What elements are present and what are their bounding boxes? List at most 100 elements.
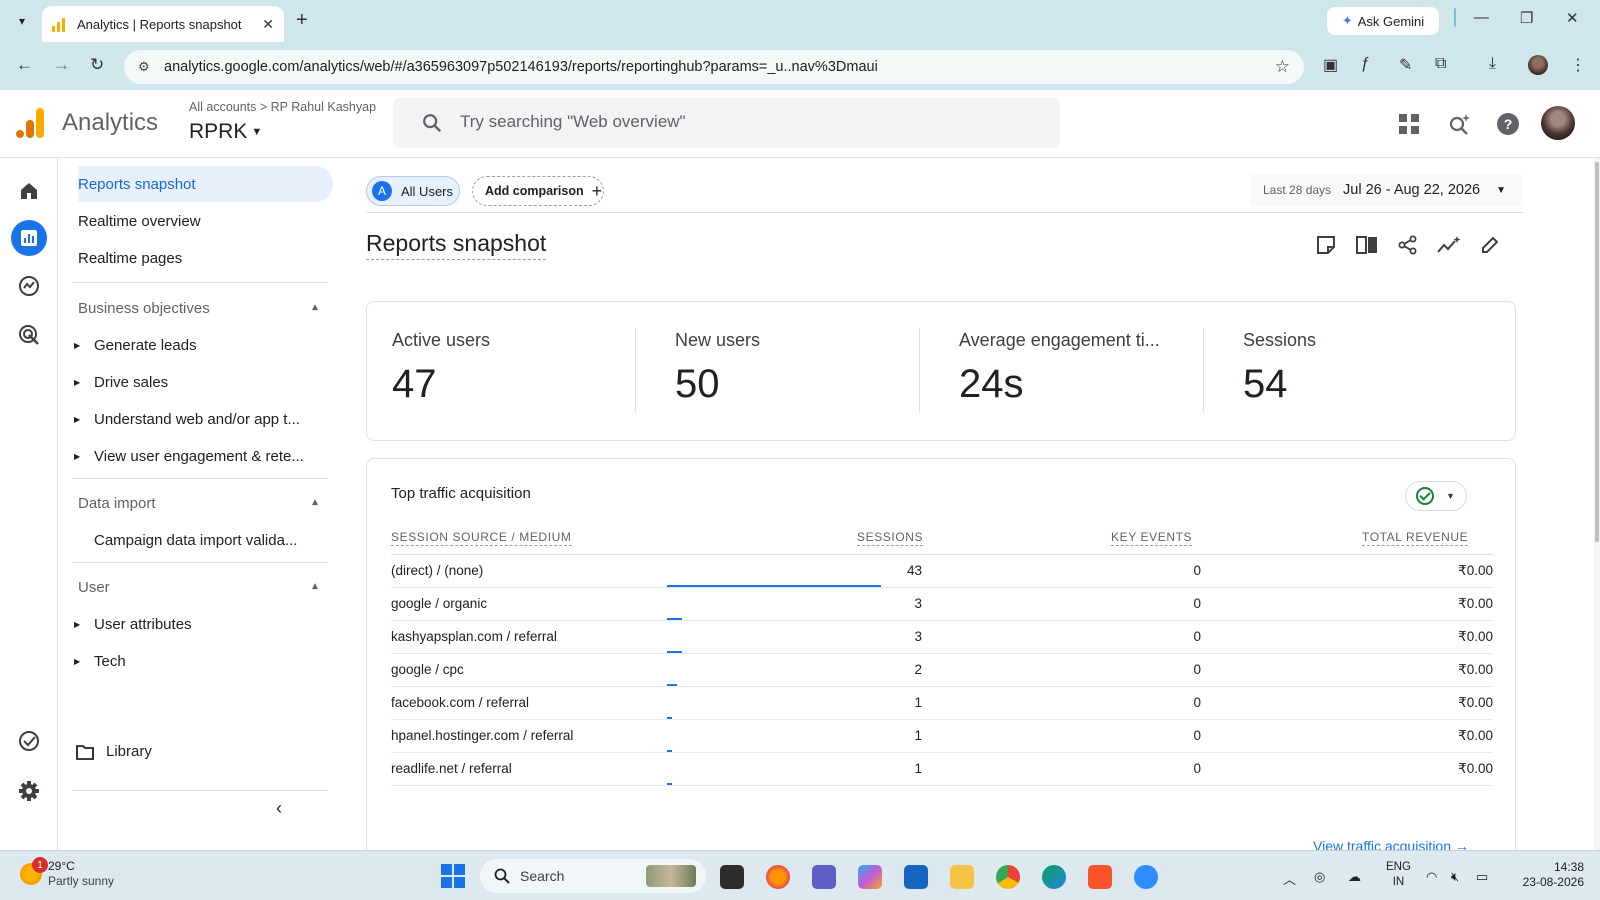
new-tab-icon[interactable]: +	[296, 9, 308, 32]
chrome-icon[interactable]	[996, 865, 1020, 889]
taskbar-search[interactable]: Search	[480, 859, 706, 893]
windows-start-icon[interactable]	[441, 864, 465, 888]
analytics-favicon-icon	[52, 16, 68, 32]
sidebar-item-reports-snapshot[interactable]: Reports snapshot	[78, 166, 333, 202]
apps-grid-icon[interactable]	[1395, 110, 1423, 138]
tray-app-icon[interactable]: ◎	[1314, 869, 1325, 885]
brave-icon[interactable]	[1088, 865, 1112, 889]
more-menu-icon[interactable]: ⋮	[1570, 55, 1586, 75]
teams-icon[interactable]	[812, 865, 836, 889]
column-header-sessions[interactable]: SESSIONS	[857, 530, 924, 546]
scrollbar-thumb[interactable]	[1595, 162, 1599, 542]
user-avatar[interactable]	[1541, 106, 1575, 140]
section-user[interactable]: User ▾	[78, 569, 318, 605]
sidebar-item-tech[interactable]: ▶ Tech	[74, 643, 126, 679]
kpi-avg-engagement[interactable]: Average engagement ti... 24s	[934, 302, 1218, 442]
restore-icon[interactable]: ❐	[1520, 9, 1533, 27]
table-row[interactable]: (direct) / (none) 43 0 ₹0.00	[391, 555, 1493, 588]
zoom-icon[interactable]	[1134, 865, 1158, 889]
font-extension-icon[interactable]: ƒ	[1361, 55, 1370, 73]
table-row[interactable]: readlife.net / referral 1 0 ₹0.00	[391, 753, 1493, 786]
sidebar-item-user-engagement[interactable]: ▶ View user engagement & rete...	[74, 438, 304, 474]
home-icon[interactable]	[14, 176, 44, 206]
sidebar-item-realtime-pages[interactable]: Realtime pages	[78, 240, 182, 276]
downloads-icon[interactable]: ⤓	[1489, 55, 1496, 73]
search-input[interactable]: Try searching "Web overview"	[393, 98, 1060, 148]
address-bar[interactable]: ⚙ analytics.google.com/analytics/web/#/a…	[124, 50, 1304, 84]
advertising-icon[interactable]	[14, 320, 44, 350]
edge-icon[interactable]	[1042, 865, 1066, 889]
sidebar-item-understand-web[interactable]: ▶ Understand web and/or app t...	[74, 401, 300, 437]
library-link[interactable]: Library	[76, 743, 152, 760]
table-row[interactable]: google / cpc 2 0 ₹0.00	[391, 654, 1493, 687]
sidebar-item-user-attributes[interactable]: ▶ User attributes	[74, 606, 192, 642]
cloud-off-icon[interactable]: ☁	[1348, 869, 1361, 885]
column-header-revenue[interactable]: TOTAL REVENUE	[1362, 530, 1469, 546]
kpi-new-users[interactable]: New users 50	[650, 302, 934, 442]
task-view-icon[interactable]	[720, 865, 744, 889]
eyedropper-icon[interactable]: ✎	[1399, 55, 1412, 75]
minimize-icon[interactable]: —	[1474, 9, 1489, 26]
puzzle-extensions-icon[interactable]: ⧉	[1435, 55, 1446, 73]
volume-muted-icon[interactable]: 🔇︎	[1451, 869, 1459, 885]
reload-icon[interactable]: ↻	[90, 55, 104, 75]
view-traffic-acquisition-link[interactable]: View traffic acquisition →	[1313, 838, 1469, 850]
page-scrollbar[interactable]	[1594, 158, 1600, 850]
segment-chip-all-users[interactable]: A All Users	[366, 176, 460, 206]
sidebar-item-realtime-overview[interactable]: Realtime overview	[78, 203, 201, 239]
window-close-icon[interactable]: ✕	[1566, 9, 1579, 27]
column-header-key-events[interactable]: KEY EVENTS	[1111, 530, 1193, 546]
table-row[interactable]: google / organic 3 0 ₹0.00	[391, 588, 1493, 621]
bookmark-star-icon[interactable]: ☆	[1275, 57, 1290, 77]
table-row[interactable]: facebook.com / referral 1 0 ₹0.00	[391, 687, 1493, 720]
table-row[interactable]: kashyapsplan.com / referral 3 0 ₹0.00	[391, 621, 1493, 654]
date-range-picker[interactable]: Last 28 days Jul 26 - Aug 22, 2026 ▼	[1251, 174, 1523, 206]
reports-icon[interactable]	[11, 220, 47, 256]
ask-gemini-button[interactable]: ✦ Ask Gemini	[1327, 7, 1439, 35]
kpi-active-users[interactable]: Active users 47	[367, 302, 651, 442]
copilot-icon[interactable]	[858, 865, 882, 889]
caret-down-icon: ▼	[251, 126, 263, 138]
analytics-logo-icon[interactable]	[16, 108, 46, 138]
customize-report-icon[interactable]	[1313, 232, 1339, 258]
sidebar-item-drive-sales[interactable]: ▶ Drive sales	[74, 364, 168, 400]
share-icon[interactable]	[1395, 232, 1421, 258]
table-row[interactable]: hpanel.hostinger.com / referral 1 0 ₹0.00	[391, 720, 1493, 753]
language-indicator[interactable]: ENG IN	[1386, 860, 1411, 890]
system-clock[interactable]: 14:38 23-08-2026	[1512, 860, 1584, 890]
explore-icon[interactable]	[14, 271, 44, 301]
back-icon[interactable]: ←	[16, 55, 33, 75]
edit-pencil-icon[interactable]	[1477, 232, 1503, 258]
wifi-icon[interactable]: ◠	[1426, 869, 1437, 885]
weather-widget[interactable]: 1 29°C Partly sunny	[20, 857, 114, 889]
browser-tab[interactable]: Analytics | Reports snapshot ✕	[42, 6, 284, 42]
data-quality-status-button[interactable]: ▼	[1405, 481, 1467, 511]
profile-avatar[interactable]	[1528, 55, 1548, 75]
property-selector[interactable]: RPRK ▼	[189, 120, 262, 144]
section-business-objectives[interactable]: Business objectives ▾	[78, 290, 318, 326]
help-icon[interactable]: ?	[1494, 110, 1522, 138]
battery-icon[interactable]: ▭	[1476, 869, 1488, 885]
tab-search-chevron-icon[interactable]: ▾	[9, 8, 35, 34]
search-insights-icon[interactable]	[1445, 110, 1473, 138]
section-data-import[interactable]: Data import ▾	[78, 485, 318, 521]
extension-icon[interactable]: ▣	[1323, 55, 1338, 75]
compare-columns-icon[interactable]	[1354, 232, 1380, 258]
tab-close-icon[interactable]: ✕	[262, 16, 274, 33]
sidebar-item-campaign-import[interactable]: Campaign data import valida...	[74, 522, 297, 558]
file-explorer-icon[interactable]	[950, 865, 974, 889]
show-hidden-icons-icon[interactable]: ︿	[1283, 869, 1296, 888]
store-icon[interactable]	[904, 865, 928, 889]
site-settings-icon[interactable]: ⚙	[138, 59, 150, 75]
firefox-icon[interactable]	[766, 865, 790, 889]
insights-icon[interactable]	[1436, 232, 1462, 258]
add-comparison-button[interactable]: Add comparison +	[472, 176, 604, 206]
admin-check-icon[interactable]	[14, 726, 44, 756]
collapse-sidebar-icon[interactable]: ‹	[276, 798, 282, 819]
forward-icon[interactable]: →	[53, 55, 70, 75]
account-breadcrumb[interactable]: All accounts > RP Rahul Kashyap	[189, 100, 376, 114]
settings-gear-icon[interactable]	[14, 776, 44, 806]
column-header-source[interactable]: SESSION SOURCE / MEDIUM	[391, 530, 572, 546]
kpi-sessions[interactable]: Sessions 54	[1218, 302, 1502, 442]
sidebar-item-generate-leads[interactable]: ▶ Generate leads	[74, 327, 197, 363]
